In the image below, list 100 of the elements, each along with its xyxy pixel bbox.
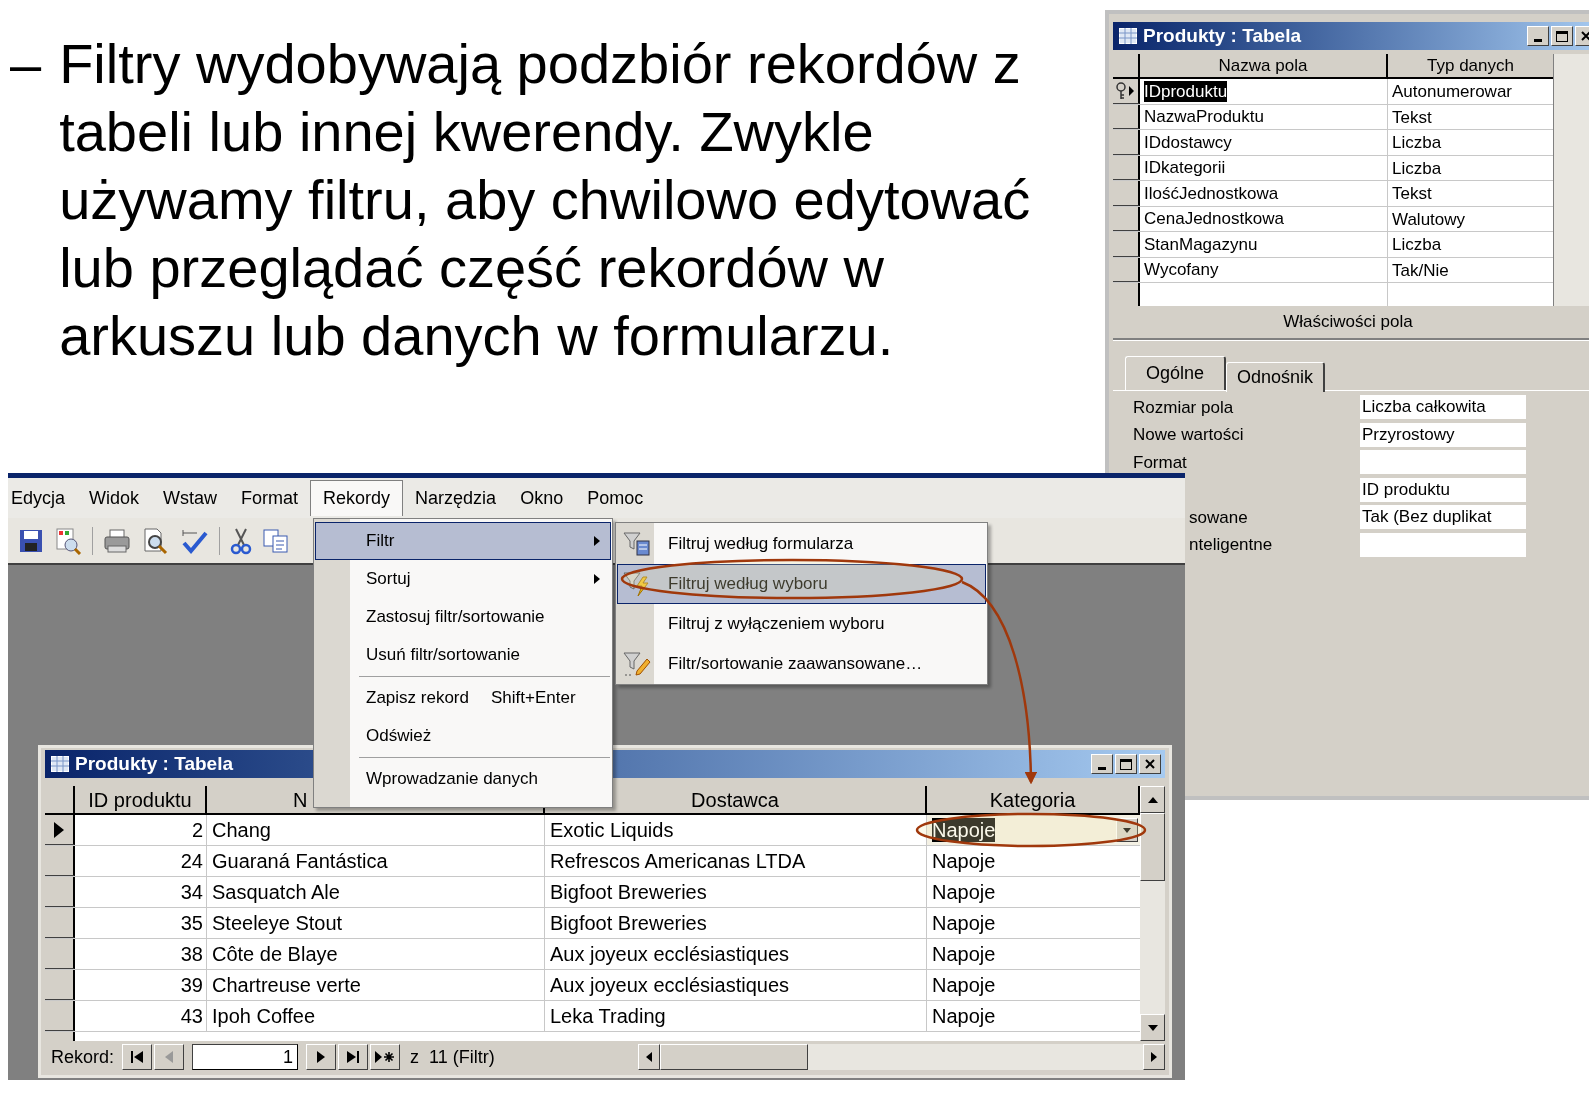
horizontal-scrollbar[interactable]: [638, 1044, 1165, 1070]
table-cell: 24: [75, 846, 207, 876]
dropdown-arrow-icon: [1123, 827, 1131, 833]
row-selector[interactable]: [45, 815, 75, 845]
row-selector[interactable]: [45, 877, 75, 907]
row-selector[interactable]: [45, 846, 75, 876]
row-selector[interactable]: [45, 970, 75, 1000]
property-field[interactable]: Przyrostowy: [1360, 422, 1526, 447]
minimize-button[interactable]: [1527, 26, 1549, 46]
table-cell: 35: [75, 908, 207, 938]
menu-item[interactable]: Wstaw: [151, 480, 230, 516]
record-number-field[interactable]: 1: [192, 1044, 299, 1070]
property-label: Format: [1133, 452, 1187, 472]
menu-option[interactable]: Filtr/sortowanie zaawansowane…: [617, 644, 986, 684]
scroll-right-button[interactable]: [1143, 1044, 1165, 1070]
scroll-thumb[interactable]: [1140, 813, 1165, 881]
maximize-button[interactable]: [1551, 26, 1573, 46]
print-preview-icon[interactable]: [141, 526, 169, 555]
record-count: z 11 (Filtr): [410, 1045, 495, 1069]
minimize-button[interactable]: [1091, 754, 1113, 774]
previous-record-button[interactable]: [154, 1044, 185, 1070]
first-record-icon: [130, 1051, 145, 1063]
table-cell-text: Napoje: [931, 1004, 997, 1029]
column-header[interactable]: ID produktu: [75, 786, 207, 813]
row-selector[interactable]: [1113, 155, 1140, 180]
menu-option[interactable]: Filtr: [315, 522, 611, 560]
table-cell: Sasquatch Ale: [207, 877, 545, 907]
row-selector[interactable]: [1113, 206, 1140, 231]
cut-icon[interactable]: [230, 526, 252, 555]
field-name: IDdostawcy: [1144, 131, 1232, 153]
new-record-button[interactable]: [370, 1044, 401, 1070]
row-selector[interactable]: [45, 1001, 75, 1031]
property-label: nteligentne: [1189, 535, 1273, 554]
previous-arrow-icon: [164, 1051, 175, 1063]
menu-item[interactable]: Pomoc: [575, 480, 656, 516]
menu-option[interactable]: Odśwież: [315, 717, 611, 755]
row-selector[interactable]: [1113, 257, 1140, 282]
row-selector[interactable]: [1113, 181, 1140, 206]
data-type-cell-text: Liczba: [1391, 157, 1443, 180]
tab[interactable]: Ogólne: [1125, 356, 1227, 390]
print-icon[interactable]: [103, 527, 131, 554]
scroll-up-button[interactable]: [1140, 786, 1165, 813]
vertical-scrollbar[interactable]: [1553, 54, 1589, 306]
table-cell: 39: [75, 970, 207, 1000]
menu-item[interactable]: Narzędzia: [403, 480, 509, 516]
table-cell: Guaraná Fantástica: [207, 846, 545, 876]
copy-icon[interactable]: [262, 527, 290, 554]
property-field[interactable]: ID produktu: [1360, 477, 1526, 502]
data-type-cell-text: Liczba: [1391, 234, 1443, 256]
menu-option[interactable]: Filtruj według formularza: [617, 524, 986, 564]
menu-item[interactable]: Format: [229, 480, 311, 516]
close-button[interactable]: [1139, 754, 1161, 774]
scroll-down-button[interactable]: [1140, 1014, 1165, 1041]
field-name: StanMagazynu: [1144, 233, 1258, 255]
property-field[interactable]: Liczba całkowita: [1360, 395, 1526, 420]
row-selector[interactable]: [1113, 104, 1140, 129]
menu-item[interactable]: Widok: [77, 480, 152, 516]
close-icon: [1580, 30, 1589, 42]
menu-option[interactable]: Filtruj według wyboru: [617, 564, 986, 604]
table-cell: Aux joyeux ecclésiastiques: [545, 970, 927, 1000]
table-cell-text: Napoje: [931, 911, 997, 936]
category-combo[interactable]: Napoje: [927, 815, 1140, 845]
property-label: sowane: [1189, 507, 1248, 527]
column-header[interactable]: N: [293, 789, 308, 811]
data-type-cell-text: Walutowy: [1391, 208, 1467, 231]
maximize-button[interactable]: [1115, 754, 1137, 774]
table-cell: 34: [75, 877, 207, 907]
data-type-cell-text: Liczba: [1391, 132, 1443, 154]
property-field[interactable]: [1360, 450, 1526, 475]
menu-option[interactable]: Sortuj: [315, 560, 611, 598]
menu-item[interactable]: Rekordy: [310, 480, 404, 516]
menu-option[interactable]: Usuń filtr/sortowanie: [315, 636, 611, 674]
funnel-lightning-icon: [623, 571, 651, 597]
menu-option[interactable]: Zastosuj filtr/sortowanie: [315, 598, 611, 636]
first-record-button[interactable]: [122, 1044, 153, 1070]
row-selector[interactable]: [1113, 130, 1140, 155]
minimize-icon: [1098, 767, 1106, 770]
last-record-button[interactable]: [338, 1044, 369, 1070]
vertical-scrollbar[interactable]: [1140, 786, 1165, 1041]
menu-item[interactable]: Okno: [508, 480, 576, 516]
property-field[interactable]: [1360, 532, 1526, 557]
new-record-icon: [374, 1051, 397, 1063]
next-record-button[interactable]: [306, 1044, 337, 1070]
field-name: NazwaProduktu: [1144, 106, 1264, 128]
properties-icon[interactable]: [54, 526, 82, 555]
tab[interactable]: Odnośnik: [1226, 362, 1326, 392]
table-cell: Côte de Blaye: [207, 939, 545, 969]
row-selector[interactable]: [1113, 232, 1140, 257]
scroll-thumb[interactable]: [660, 1044, 808, 1070]
menu-option[interactable]: Filtruj z wyłączeniem wyboru: [617, 604, 986, 644]
row-selector[interactable]: [45, 908, 75, 938]
menu-option[interactable]: Zapisz rekord Shift+Enter: [315, 679, 611, 717]
property-field[interactable]: Tak (Bez duplikat: [1360, 505, 1526, 530]
dropdown-button[interactable]: [1116, 818, 1138, 842]
data-type-cell-text: Tekst: [1391, 106, 1433, 129]
save-icon[interactable]: [18, 527, 44, 554]
down-arrow-icon: [1147, 1024, 1158, 1031]
menu-item[interactable]: Edycja: [8, 480, 78, 516]
row-selector[interactable]: [45, 939, 75, 969]
scroll-left-button[interactable]: [638, 1044, 660, 1070]
